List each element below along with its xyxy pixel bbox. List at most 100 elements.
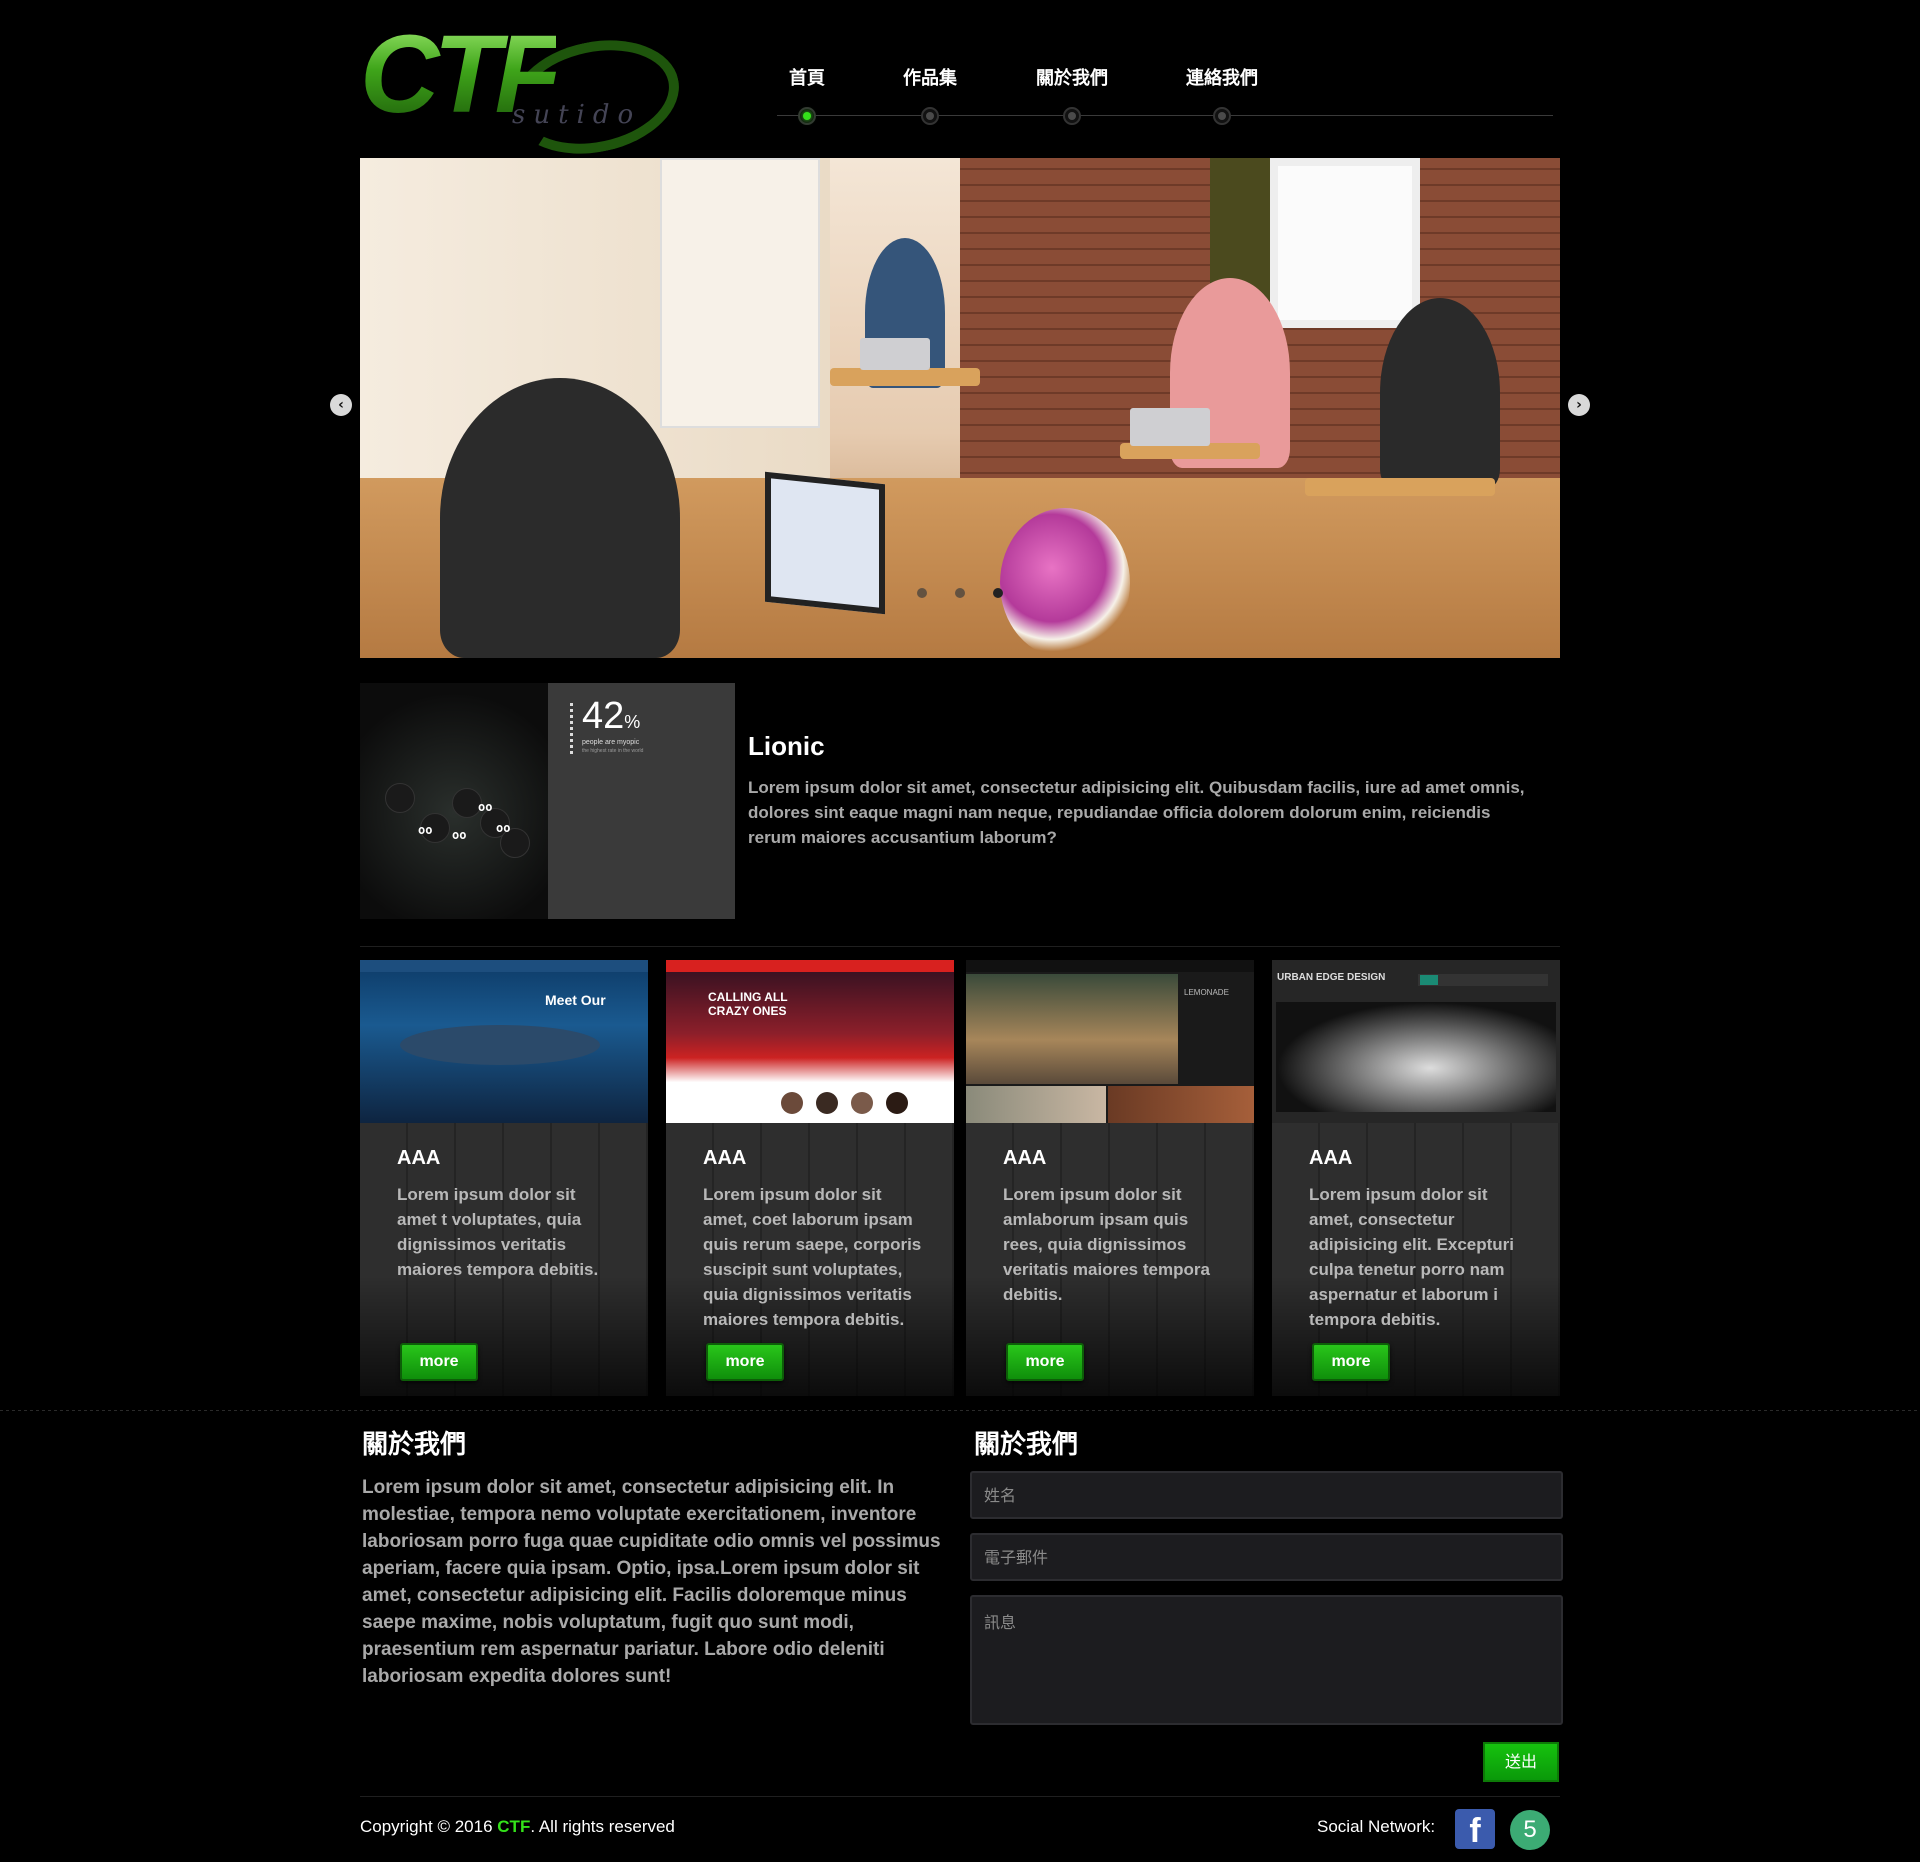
card-title: AAA [1003, 1147, 1047, 1169]
stat-unit: % [624, 712, 641, 732]
nav-item-label: 作品集 [903, 68, 957, 89]
thumb-avatar [851, 1092, 873, 1114]
thumb-tile [966, 1086, 1106, 1123]
slide-table [1305, 478, 1495, 496]
portfolio-card[interactable]: LEMONADE AAA Lorem ipsum dolor sit amlab… [966, 960, 1254, 1396]
slide-person [1380, 298, 1500, 488]
slider-dot[interactable] [917, 588, 927, 598]
thumb-header [966, 960, 1254, 972]
portfolio-card[interactable]: URBAN EDGE DESIGN AAA Lorem ipsum dolor … [1272, 960, 1560, 1396]
about-text: Lorem ipsum dolor sit amet, consectetur … [362, 1477, 941, 1687]
feature-title: Lionic [748, 731, 825, 761]
thumb-heading: Meet Our [545, 992, 606, 1008]
social-label: Social Network: [1317, 1817, 1436, 1836]
slide-flowers [1000, 508, 1130, 658]
thumb-car [1276, 1002, 1556, 1112]
card-thumbnail: CALLING ALL CRAZY ONES [666, 960, 954, 1123]
slider-dot-active[interactable] [993, 588, 1003, 598]
thumb-avatar [781, 1092, 803, 1114]
name-field[interactable] [970, 1471, 1563, 1519]
slider-dot[interactable] [955, 588, 965, 598]
copyright-brand: CTF [497, 1817, 531, 1836]
card-title: AAA [703, 1147, 747, 1169]
card-title: AAA [397, 1147, 441, 1169]
thumb-shape [400, 1025, 600, 1065]
more-button[interactable]: more [400, 1343, 478, 1381]
card-text: Lorem ipsum dolor sit amet, coet laborum… [703, 1185, 922, 1329]
glasses-icon: oo [496, 821, 511, 835]
nav-item-label: 連絡我們 [1186, 68, 1258, 89]
stat-bar [570, 703, 573, 757]
footer-divider [360, 1796, 1560, 1797]
thumb-tile [1108, 1086, 1254, 1123]
glasses-icon: oo [452, 828, 467, 842]
thumb-avatar [816, 1092, 838, 1114]
nav-dot [1213, 107, 1231, 125]
thumb-heading: LEMONADE [1184, 988, 1229, 997]
thumb-hero [966, 974, 1178, 1084]
card-text: Lorem ipsum dolor sit amet t voluptates,… [397, 1185, 599, 1279]
more-button[interactable]: more [706, 1343, 784, 1381]
feature-block: oo oo oo oo 42% people are myopic the hi… [360, 683, 1560, 919]
copyright-prefix: Copyright © 2016 [360, 1817, 498, 1836]
message-field[interactable] [970, 1595, 1563, 1725]
nav-item-about[interactable]: 關於我們 [1012, 68, 1132, 125]
nav-item-home[interactable]: 首頁 [747, 68, 867, 125]
stat-caption: people are myopic [582, 739, 640, 746]
chevron-left-icon[interactable]: ‹ [330, 394, 352, 416]
submit-button[interactable]: 送出 [1483, 1742, 1559, 1782]
glasses-icon: oo [478, 800, 493, 814]
html5-icon[interactable]: 5 [1510, 1810, 1550, 1850]
slide-table [830, 368, 980, 386]
copyright: Copyright © 2016 CTF. All rights reserve… [360, 1818, 675, 1835]
site-logo[interactable]: CTF sutido [360, 20, 690, 169]
thumb-avatar [886, 1092, 908, 1114]
slide-window [1270, 158, 1420, 328]
more-button[interactable]: more [1006, 1343, 1084, 1381]
thumb-header [666, 960, 954, 972]
card-text: Lorem ipsum dolor sit amlaborum ipsam qu… [1003, 1185, 1210, 1304]
portfolio-card[interactable]: CALLING ALL CRAZY ONES AAA Lorem ipsum d… [666, 960, 954, 1396]
copyright-suffix: . All rights reserved [530, 1817, 675, 1836]
thumb-heading: URBAN EDGE DESIGN [1277, 972, 1386, 983]
card-text: Lorem ipsum dolor sit amet, consectetur … [1309, 1185, 1514, 1329]
feature-image: oo oo oo oo 42% people are myopic the hi… [360, 683, 735, 919]
slider-dots [360, 588, 1560, 598]
thumb-header [360, 960, 648, 972]
about-heading: 關於我們 [362, 1430, 467, 1460]
section-divider [0, 1410, 1920, 1411]
facebook-icon[interactable]: f [1455, 1809, 1495, 1849]
nav-dot [1063, 107, 1081, 125]
card-title: AAA [1309, 1147, 1353, 1169]
nav-item-label: 關於我們 [1036, 68, 1108, 89]
stat-number: 42 [582, 695, 625, 737]
card-thumbnail: URBAN EDGE DESIGN [1272, 960, 1560, 1123]
portfolio-card[interactable]: Meet Our AAA Lorem ipsum dolor sit amet … [360, 960, 648, 1396]
nav-item-contact[interactable]: 連絡我們 [1162, 68, 1282, 125]
more-button[interactable]: more [1312, 1343, 1390, 1381]
card-thumbnail: Meet Our [360, 960, 648, 1123]
glasses-icon: oo [418, 823, 433, 837]
nav-item-portfolio[interactable]: 作品集 [870, 68, 990, 125]
logo-subtitle: sutido [512, 100, 642, 130]
thumb-nav-active [1420, 975, 1438, 985]
nav-item-label: 首頁 [789, 68, 825, 89]
slide-person [440, 378, 680, 658]
hero-slider [360, 158, 1560, 658]
nav-line [777, 115, 1553, 116]
feature-text: Lorem ipsum dolor sit amet, consectetur … [748, 778, 1525, 847]
thumb-heading: CALLING ALL CRAZY ONES [708, 990, 788, 1018]
chevron-right-icon[interactable]: › [1568, 394, 1590, 416]
feature-image-grey-panel [548, 683, 735, 919]
slide-laptop [860, 338, 930, 370]
stat-subcaption: the highest rate in the world [582, 748, 644, 754]
contact-heading: 關於我們 [974, 1430, 1079, 1460]
main-nav: 首頁 作品集 關於我們 連絡我們 [777, 70, 1553, 130]
figure-head [385, 783, 415, 813]
slide-door [660, 158, 820, 428]
nav-dot [921, 107, 939, 125]
stat-value: 42% [582, 697, 640, 735]
divider [360, 946, 1560, 947]
nav-dot-active [798, 107, 816, 125]
email-field[interactable] [970, 1533, 1563, 1581]
